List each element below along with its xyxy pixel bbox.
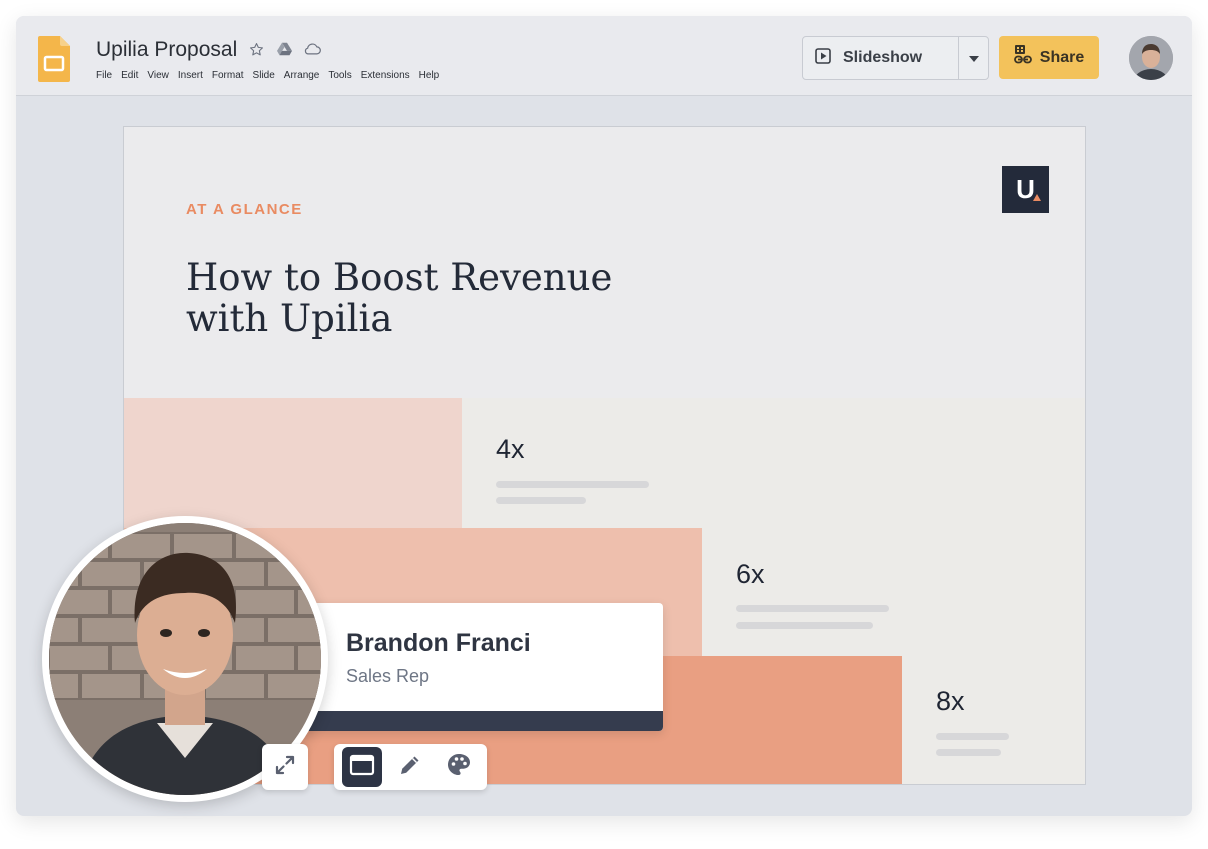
menu-item-file[interactable]: File bbox=[96, 70, 112, 81]
menu-item-edit[interactable]: Edit bbox=[121, 70, 138, 81]
name-card-bar bbox=[285, 711, 663, 731]
menu-item-tools[interactable]: Tools bbox=[328, 70, 351, 81]
stat-value-3: 8x bbox=[936, 686, 965, 716]
cloud-icon[interactable] bbox=[303, 40, 321, 58]
document-title[interactable]: Upilia Proposal bbox=[96, 38, 237, 62]
slideshow-button[interactable]: Slideshow bbox=[803, 37, 958, 79]
stat-3-text-line bbox=[936, 733, 1009, 740]
play-icon bbox=[815, 47, 831, 69]
share-label: Share bbox=[1039, 48, 1085, 66]
window-layout-icon bbox=[349, 754, 375, 781]
presenter-toolbar bbox=[334, 744, 487, 790]
stat-2-text-line bbox=[736, 622, 873, 629]
slides-doc-icon[interactable] bbox=[38, 36, 70, 82]
slide-eyebrow: AT A GLANCE bbox=[186, 201, 303, 218]
expand-icon bbox=[274, 754, 296, 781]
upilia-logo: U bbox=[1002, 166, 1049, 213]
stat-1-text-line bbox=[496, 497, 586, 504]
share-button[interactable]: Share bbox=[999, 36, 1099, 79]
menu-item-view[interactable]: View bbox=[147, 70, 169, 81]
caret-down-icon bbox=[968, 49, 979, 67]
stat-1-text-line bbox=[496, 481, 649, 488]
headline-line-1: How to Boost Revenue bbox=[186, 256, 613, 299]
pencil-icon bbox=[397, 752, 423, 783]
slideshow-dropdown[interactable] bbox=[958, 37, 988, 79]
menu-item-help[interactable]: Help bbox=[419, 70, 440, 81]
stat-value-1: 4x bbox=[496, 434, 525, 464]
stat-3-text-line bbox=[936, 749, 1001, 756]
stat-2-text-line bbox=[736, 605, 889, 612]
presenter-name-card: Brandon Franci Sales Rep bbox=[285, 603, 663, 731]
palette-button[interactable] bbox=[439, 747, 479, 787]
logo-triangle-icon bbox=[1033, 194, 1041, 201]
top-bar: Upilia Proposal File Edit View Insert Fo… bbox=[16, 16, 1192, 96]
user-avatar[interactable] bbox=[1129, 36, 1173, 80]
menu-bar: File Edit View Insert Format Slide Arran… bbox=[96, 70, 439, 81]
star-icon[interactable] bbox=[247, 40, 265, 58]
palette-icon bbox=[446, 752, 472, 783]
menu-item-slide[interactable]: Slide bbox=[253, 70, 275, 81]
step-1-block bbox=[124, 398, 462, 528]
expand-button[interactable] bbox=[262, 744, 308, 790]
menu-item-format[interactable]: Format bbox=[212, 70, 244, 81]
presenter-role: Sales Rep bbox=[346, 666, 430, 686]
menu-item-extensions[interactable]: Extensions bbox=[361, 70, 410, 81]
slideshow-label: Slideshow bbox=[843, 49, 923, 66]
menu-item-insert[interactable]: Insert bbox=[178, 70, 203, 81]
menu-item-arrange[interactable]: Arrange bbox=[284, 70, 320, 81]
headline-line-2: with Upilia bbox=[186, 297, 393, 340]
presenter-name: Brandon Franci bbox=[346, 629, 531, 657]
slideshow-button-group: Slideshow bbox=[802, 36, 989, 80]
pen-button[interactable] bbox=[390, 747, 430, 787]
slide-headline: How to Boost Revenue with Upilia bbox=[186, 257, 706, 339]
layout-button[interactable] bbox=[342, 747, 383, 787]
stat-value-2: 6x bbox=[736, 559, 765, 589]
share-link-icon bbox=[1013, 44, 1032, 71]
drive-icon[interactable] bbox=[275, 40, 293, 58]
